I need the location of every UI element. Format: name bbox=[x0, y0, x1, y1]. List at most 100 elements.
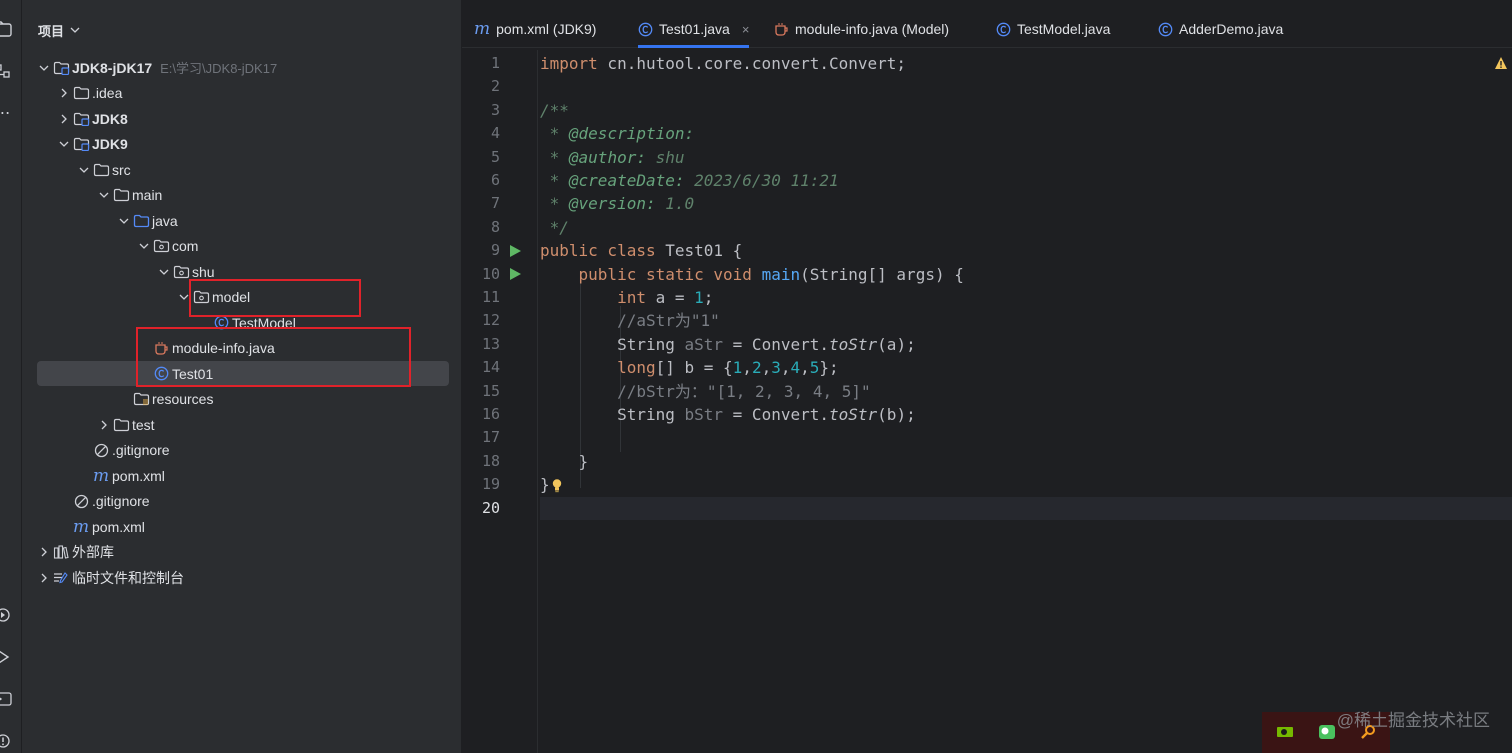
nvidia-icon[interactable] bbox=[1276, 724, 1294, 740]
source-folder-icon bbox=[132, 213, 150, 229]
line-number[interactable]: 18 bbox=[462, 450, 500, 473]
tree-item[interactable]: JDK8-jDK17 E:\学习\JDK8-jDK17 bbox=[22, 55, 462, 80]
editor-tab[interactable]: Test01.java × bbox=[638, 10, 750, 48]
tree-item[interactable]: resources bbox=[22, 387, 462, 412]
module-folder-icon bbox=[72, 111, 90, 127]
run-gutter-icon[interactable] bbox=[508, 244, 522, 258]
chevron-down-icon[interactable] bbox=[76, 162, 92, 178]
tree-item[interactable]: test bbox=[22, 412, 462, 437]
line-number[interactable]: 9 bbox=[462, 239, 500, 262]
editor-tab-label: module-info.java (Model) bbox=[795, 21, 950, 37]
line-number[interactable]: 7 bbox=[462, 192, 500, 215]
tree-item[interactable]: JDK9 bbox=[22, 132, 462, 157]
tree-item[interactable]: .idea bbox=[22, 81, 462, 106]
editor-area: m pom.xml (JDK9) Test01.java × module-info.j… bbox=[462, 0, 1512, 753]
tree-item[interactable]: shu bbox=[22, 259, 462, 284]
chevron-down-icon[interactable] bbox=[136, 238, 152, 254]
tree-item[interactable]: .gitignore bbox=[22, 489, 462, 514]
chevron-down-icon[interactable] bbox=[56, 136, 72, 152]
resources-folder-icon bbox=[132, 391, 150, 407]
tree-item[interactable]: m pom.xml bbox=[22, 463, 462, 488]
chevron-right-icon[interactable] bbox=[56, 111, 72, 127]
package-icon bbox=[172, 264, 190, 280]
chevron-right-icon[interactable] bbox=[36, 544, 52, 560]
line-number[interactable]: 3 bbox=[462, 99, 500, 122]
more-tools-icon[interactable]: ⋯ bbox=[0, 102, 14, 124]
line-number[interactable]: 17 bbox=[462, 426, 500, 449]
project-tool-icon[interactable] bbox=[0, 18, 14, 40]
chevron-down-icon[interactable] bbox=[156, 264, 172, 280]
tree-item[interactable]: Test01 bbox=[22, 361, 462, 386]
line-number[interactable]: 2 bbox=[462, 75, 500, 98]
tree-item-label: Test01 bbox=[172, 365, 214, 382]
close-icon[interactable]: × bbox=[742, 22, 750, 37]
chevron-down-icon[interactable] bbox=[116, 213, 132, 229]
project-view-selector[interactable]: 项目 bbox=[38, 20, 80, 40]
tree-item[interactable]: com bbox=[22, 234, 462, 259]
line-number[interactable]: 4 bbox=[462, 122, 500, 145]
tree-item-label: java bbox=[152, 212, 178, 229]
tree-item-label: model bbox=[212, 289, 251, 305]
tree-item[interactable]: JDK8 bbox=[22, 106, 462, 131]
code-line-8: */ bbox=[540, 217, 569, 237]
package-icon bbox=[152, 238, 170, 254]
tree-item[interactable]: java bbox=[22, 208, 462, 233]
line-number[interactable]: 14 bbox=[462, 356, 500, 379]
structure-tool-icon[interactable] bbox=[0, 60, 14, 82]
lightbulb-icon[interactable] bbox=[551, 478, 563, 493]
warning-icon[interactable] bbox=[1494, 56, 1508, 70]
tree-item[interactable]: .gitignore bbox=[22, 438, 462, 463]
code-line-4: * @description: bbox=[540, 124, 695, 144]
line-number[interactable]: 6 bbox=[462, 169, 500, 192]
editor-tab-label: AdderDemo.java bbox=[1179, 21, 1284, 37]
services-tool-icon[interactable] bbox=[0, 604, 14, 626]
chevron-down-icon bbox=[70, 27, 80, 33]
line-number[interactable]: 19 bbox=[462, 473, 500, 496]
class-icon bbox=[1158, 22, 1173, 37]
code-line-18: } bbox=[540, 451, 589, 471]
line-number[interactable]: 20 bbox=[462, 497, 500, 520]
tree-item[interactable]: module-info.java bbox=[22, 336, 462, 361]
editor-tab[interactable]: m pom.xml (JDK9) bbox=[474, 10, 596, 48]
tree-item[interactable]: 外部库 bbox=[22, 540, 462, 565]
problems-tool-icon[interactable] bbox=[0, 730, 14, 752]
chevron-down-icon[interactable] bbox=[176, 289, 192, 305]
chevron-down-icon[interactable] bbox=[36, 60, 52, 76]
code-line-7: * @version: 1.0 bbox=[540, 194, 695, 214]
tree-item[interactable]: model bbox=[22, 285, 462, 310]
line-number[interactable]: 1 bbox=[462, 52, 500, 75]
line-number[interactable]: 8 bbox=[462, 216, 500, 239]
tree-item[interactable]: main bbox=[22, 183, 462, 208]
line-number[interactable]: 15 bbox=[462, 380, 500, 403]
terminal-tool-icon[interactable] bbox=[0, 688, 14, 710]
line-number[interactable]: 12 bbox=[462, 309, 500, 332]
chevron-right-icon[interactable] bbox=[56, 85, 72, 101]
line-number[interactable]: 13 bbox=[462, 333, 500, 356]
chevron-right-icon[interactable] bbox=[96, 417, 112, 433]
tree-item[interactable]: src bbox=[22, 157, 462, 182]
code-line-10: public static void main(String[] args) { bbox=[540, 264, 964, 284]
code-editor[interactable]: import cn.hutool.core.convert.Convert; /… bbox=[540, 50, 1512, 753]
line-number[interactable]: 11 bbox=[462, 286, 500, 309]
editor-tab[interactable]: module-info.java (Model) bbox=[774, 10, 949, 48]
editor-tab[interactable]: TestModel.java bbox=[996, 10, 1110, 48]
tree-item[interactable]: m pom.xml bbox=[22, 514, 462, 539]
chevron-down-icon[interactable] bbox=[96, 187, 112, 203]
line-number[interactable]: 16 bbox=[462, 403, 500, 426]
class-icon bbox=[996, 22, 1011, 37]
wechat-icon[interactable] bbox=[1318, 724, 1336, 740]
ide-window: ⋯ 项目 JDK8-jDK17 E:\学习\JDK8-jDK17 .idea JDK8… bbox=[0, 0, 1512, 753]
tree-item[interactable]: TestModel bbox=[22, 310, 462, 335]
line-number[interactable]: 10 bbox=[462, 263, 500, 286]
tree-item[interactable]: 临时文件和控制台 bbox=[22, 565, 462, 590]
line-number[interactable]: 5 bbox=[462, 146, 500, 169]
tree-item-label: 外部库 bbox=[72, 544, 114, 560]
editor-tab[interactable]: AdderDemo.java bbox=[1158, 10, 1283, 48]
run-gutter-icon[interactable] bbox=[508, 267, 522, 281]
chevron-right-icon[interactable] bbox=[36, 570, 52, 586]
project-title: 项目 bbox=[38, 23, 65, 39]
java-file-icon bbox=[774, 22, 789, 37]
run-tool-icon[interactable] bbox=[0, 646, 14, 668]
